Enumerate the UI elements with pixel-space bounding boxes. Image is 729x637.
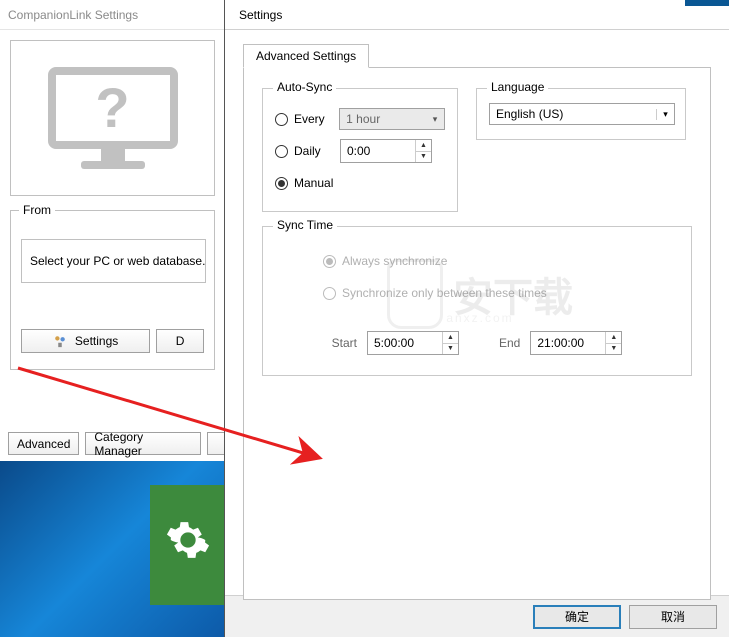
monitor-question-icon: ?: [48, 67, 178, 169]
radio-sync-between-label: Synchronize only between these times: [342, 286, 547, 300]
dialog-titlebar: Settings: [225, 0, 729, 30]
autosync-legend: Auto-Sync: [273, 80, 336, 94]
cancel-button[interactable]: 取消: [629, 605, 717, 629]
advanced-button-label: Advanced: [17, 437, 70, 451]
chevron-down-icon: ▾: [656, 109, 674, 120]
every-interval-value: 1 hour: [340, 112, 426, 126]
end-time-value: 21:00:00: [531, 332, 605, 354]
radio-manual[interactable]: [275, 177, 288, 190]
radio-always-sync-label: Always synchronize: [342, 254, 447, 268]
start-time-spinner[interactable]: 5:00:00 ▲ ▼: [367, 331, 459, 355]
radio-every-label: Every: [294, 112, 333, 126]
d-button-label: D: [176, 334, 185, 348]
tab-advanced-settings-label: Advanced Settings: [256, 49, 356, 63]
device-preview-box: ?: [10, 40, 215, 196]
autosync-fieldset: Auto-Sync Every 1 hour ▾ Daily 0:0: [262, 88, 458, 212]
companionlink-settings-window: CompanionLink Settings ? From Select you…: [0, 0, 225, 637]
end-time-label: End: [499, 336, 520, 350]
language-dropdown[interactable]: English (US) ▾: [489, 103, 675, 125]
tools-icon: [53, 334, 67, 348]
from-groupbox: From Select your PC or web database. Set…: [10, 210, 215, 370]
extra-button[interactable]: [207, 432, 225, 455]
settings-tile[interactable]: [150, 485, 225, 605]
settings-button[interactable]: Settings: [21, 329, 150, 353]
radio-sync-between: [323, 287, 336, 300]
settings-button-label: Settings: [75, 334, 118, 348]
back-window-title: CompanionLink Settings: [8, 8, 138, 22]
daily-time-value: 0:00: [341, 140, 415, 162]
every-interval-dropdown[interactable]: 1 hour ▾: [339, 108, 445, 130]
gear-icon: [165, 517, 211, 574]
ok-button[interactable]: 确定: [533, 605, 621, 629]
spinner-down-icon[interactable]: ▼: [606, 344, 621, 355]
ok-button-label: 确定: [565, 608, 589, 625]
end-time-spinner[interactable]: 21:00:00 ▲ ▼: [530, 331, 622, 355]
from-group-label: From: [19, 203, 55, 217]
start-time-label: Start: [332, 336, 357, 350]
dialog-title: Settings: [239, 8, 282, 22]
start-time-value: 5:00:00: [368, 332, 442, 354]
radio-manual-label: Manual: [294, 176, 333, 190]
radio-daily-label: Daily: [294, 144, 334, 158]
spinner-up-icon[interactable]: ▲: [443, 332, 458, 344]
d-button[interactable]: D: [156, 329, 204, 353]
settings-dialog: Settings Advanced Settings Auto-Sync Eve…: [224, 0, 729, 637]
advanced-button[interactable]: Advanced: [8, 432, 79, 455]
tab-advanced-settings[interactable]: Advanced Settings: [243, 44, 369, 68]
spinner-up-icon[interactable]: ▲: [606, 332, 621, 344]
desktop-background: [0, 461, 225, 637]
from-dropdown-text: Select your PC or web database.: [30, 254, 205, 268]
radio-daily[interactable]: [275, 145, 288, 158]
category-manager-button[interactable]: Category Manager: [85, 432, 201, 455]
language-fieldset: Language English (US) ▾: [476, 88, 686, 140]
synctime-fieldset: Sync Time 安下载 anxz.com Always synchroniz…: [262, 226, 692, 376]
synctime-legend: Sync Time: [273, 218, 337, 232]
spinner-down-icon[interactable]: ▼: [443, 344, 458, 355]
back-window-titlebar: CompanionLink Settings: [0, 0, 225, 30]
tab-panel: Auto-Sync Every 1 hour ▾ Daily 0:0: [243, 67, 711, 600]
radio-every[interactable]: [275, 113, 288, 126]
dialog-footer: 确定 取消: [225, 595, 729, 637]
from-dropdown[interactable]: Select your PC or web database.: [21, 239, 206, 283]
radio-always-sync: [323, 255, 336, 268]
title-accent: [685, 0, 729, 6]
language-value: English (US): [490, 107, 656, 121]
spinner-up-icon[interactable]: ▲: [416, 140, 431, 152]
chevron-down-icon: ▾: [426, 114, 444, 125]
daily-time-spinner[interactable]: 0:00 ▲ ▼: [340, 139, 432, 163]
cancel-button-label: 取消: [661, 608, 685, 625]
category-manager-button-label: Category Manager: [94, 430, 192, 458]
language-legend: Language: [487, 80, 548, 94]
spinner-down-icon[interactable]: ▼: [416, 152, 431, 163]
